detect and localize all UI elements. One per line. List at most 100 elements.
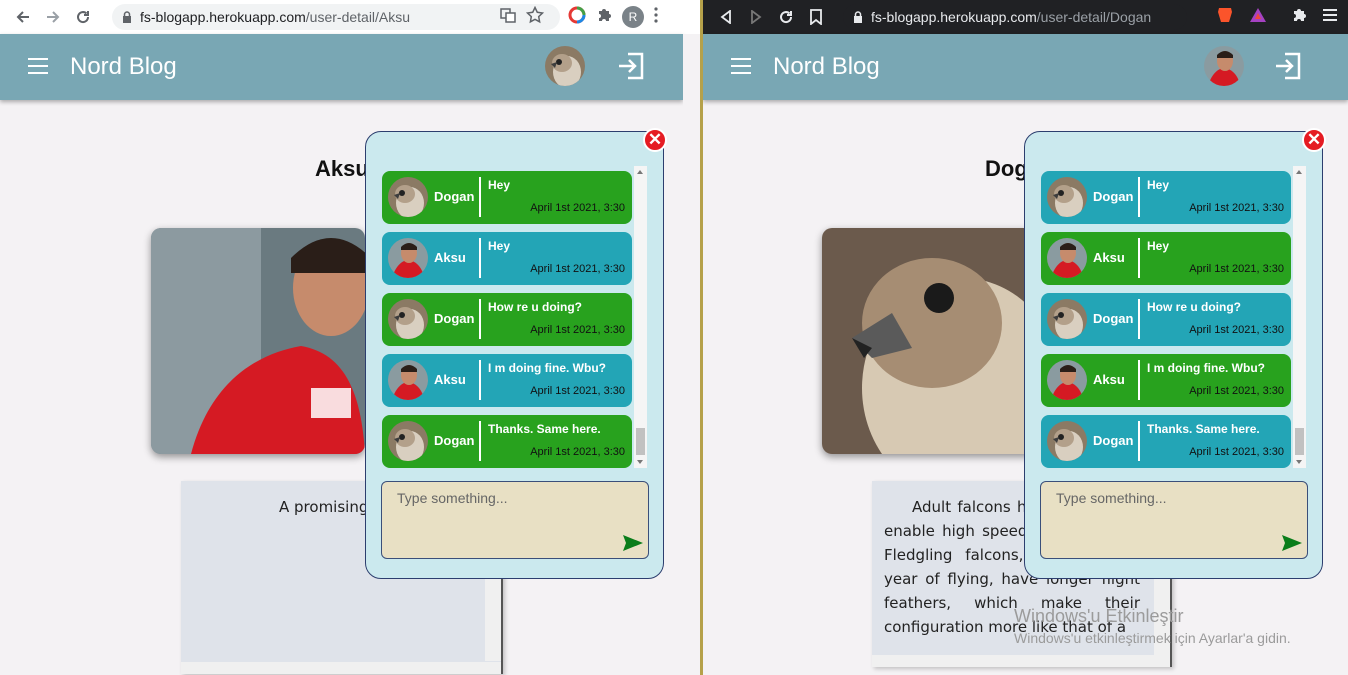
chat-timestamp: April 1st 2021, 3:30 bbox=[1189, 385, 1284, 397]
chat-separator bbox=[479, 360, 481, 400]
address-bar[interactable]: fs-blogapp.herokuapp.com/user-detail/Dog… bbox=[843, 4, 1187, 30]
page-scrollbar[interactable] bbox=[683, 34, 701, 675]
chat-timestamp: April 1st 2021, 3:30 bbox=[1189, 324, 1284, 336]
kebab-menu-icon[interactable] bbox=[654, 6, 658, 28]
right-toolbar-icons bbox=[1217, 0, 1337, 34]
hamburger-menu-icon[interactable] bbox=[1323, 8, 1337, 26]
profile-avatar-icon[interactable]: R bbox=[622, 6, 644, 28]
logout-icon[interactable] bbox=[1273, 51, 1303, 81]
falcon-avatar-icon bbox=[545, 46, 585, 86]
brave-shield-icon[interactable] bbox=[1217, 6, 1233, 29]
chat-separator bbox=[1138, 421, 1140, 461]
chat-message-text: Thanks. Same here. bbox=[1147, 422, 1260, 436]
chat-message: Aksu I m doing fine. Wbu? April 1st 2021, … bbox=[1041, 354, 1291, 407]
chat-avatar-icon bbox=[1047, 421, 1087, 461]
lock-icon bbox=[853, 11, 863, 23]
profile-photo bbox=[822, 228, 1036, 454]
extensions-puzzle-icon[interactable] bbox=[1291, 7, 1307, 28]
chat-avatar-icon bbox=[388, 177, 428, 217]
translate-icon[interactable] bbox=[500, 7, 516, 28]
right-browser-window: fs-blogapp.herokuapp.com/user-detail/Dog… bbox=[703, 0, 1348, 675]
extensions-puzzle-icon[interactable] bbox=[596, 7, 612, 28]
forward-icon[interactable] bbox=[38, 2, 68, 32]
url-host: fs-blogapp.herokuapp.com bbox=[871, 9, 1037, 25]
chat-timestamp: April 1st 2021, 3:30 bbox=[530, 202, 625, 214]
chat-message-text: Hey bbox=[488, 239, 511, 253]
chat-scroll-thumb[interactable] bbox=[636, 428, 645, 455]
chat-message: Dogan Hey April 1st 2021, 3:30 bbox=[1041, 171, 1291, 224]
chat-message-text: Hey bbox=[488, 178, 511, 192]
reload-icon[interactable] bbox=[68, 2, 98, 32]
chat-input-placeholder: Type something... bbox=[397, 490, 508, 506]
chat-message-input[interactable]: Type something... bbox=[381, 481, 649, 559]
address-bar[interactable]: fs-blogapp.herokuapp.com/user-detail/Aks… bbox=[112, 4, 560, 30]
chat-message-text: Hey bbox=[1147, 178, 1170, 192]
forward-icon[interactable] bbox=[741, 2, 771, 32]
reload-icon[interactable] bbox=[771, 2, 801, 32]
back-icon[interactable] bbox=[8, 2, 38, 32]
scroll-down-arrow-icon[interactable] bbox=[1296, 460, 1302, 464]
chat-timestamp: April 1st 2021, 3:30 bbox=[1189, 263, 1284, 275]
chat-separator bbox=[479, 177, 481, 217]
cantona-avatar-icon bbox=[1204, 46, 1244, 86]
chat-scroll-thumb[interactable] bbox=[1295, 428, 1304, 455]
chat-timestamp: April 1st 2021, 3:30 bbox=[1189, 202, 1284, 214]
chat-message-text: Thanks. Same here. bbox=[488, 422, 601, 436]
left-toolbar-icons: R bbox=[500, 0, 658, 34]
send-icon[interactable] bbox=[1281, 534, 1303, 552]
chat-close-button[interactable]: ✕ bbox=[1302, 128, 1326, 152]
url-path: /user-detail/Aksu bbox=[305, 9, 411, 25]
chat-sender-name: Aksu bbox=[434, 372, 466, 387]
chat-sender-name: Dogan bbox=[434, 311, 475, 326]
chat-message: Dogan Thanks. Same here. April 1st 2021, 3… bbox=[382, 415, 632, 468]
lock-icon bbox=[122, 11, 132, 23]
description-horizontal-scrollbar[interactable] bbox=[872, 655, 1170, 667]
chat-message-text: How re u doing? bbox=[1147, 300, 1241, 314]
extension-color-icon[interactable] bbox=[568, 6, 586, 29]
left-browser-window: fs-blogapp.herokuapp.com/user-detail/Aks… bbox=[0, 0, 701, 675]
chat-message: Dogan Thanks. Same here. April 1st 2021, 3… bbox=[1041, 415, 1291, 468]
logout-icon[interactable] bbox=[616, 51, 646, 81]
chat-separator bbox=[479, 238, 481, 278]
scroll-down-arrow-icon[interactable] bbox=[637, 460, 643, 464]
menu-icon[interactable] bbox=[731, 58, 751, 74]
chat-message-input[interactable]: Type something... bbox=[1040, 481, 1308, 559]
scroll-up-arrow-icon[interactable] bbox=[1296, 170, 1302, 174]
chat-timestamp: April 1st 2021, 3:30 bbox=[530, 324, 625, 336]
chat-message-text: Hey bbox=[1147, 239, 1170, 253]
chat-message: Aksu I m doing fine. Wbu? April 1st 2021, … bbox=[382, 354, 632, 407]
menu-icon[interactable] bbox=[28, 58, 48, 74]
chat-avatar-icon bbox=[388, 238, 428, 278]
chat-sender-name: Dogan bbox=[1093, 433, 1134, 448]
profile-initial: R bbox=[628, 10, 638, 24]
description-horizontal-scrollbar[interactable] bbox=[181, 662, 501, 674]
chat-input-placeholder: Type something... bbox=[1056, 490, 1167, 506]
chat-close-button[interactable]: ✕ bbox=[643, 128, 667, 152]
profile-username: Aksu bbox=[315, 156, 369, 181]
chat-avatar-icon bbox=[1047, 238, 1087, 278]
chat-panel: ✕ Dogan Hey April 1st 2021, 3:30 Aksu Hey Apr… bbox=[1024, 128, 1326, 579]
url-path: /user-detail/Dogan bbox=[1036, 9, 1152, 25]
back-icon[interactable] bbox=[711, 2, 741, 32]
chat-separator bbox=[1138, 360, 1140, 400]
url-host: fs-blogapp.herokuapp.com bbox=[140, 9, 306, 25]
falcon-photo-icon bbox=[822, 228, 1036, 454]
chat-message: Dogan How re u doing? April 1st 2021, 3:30 bbox=[382, 293, 632, 346]
user-avatar[interactable] bbox=[1204, 46, 1244, 86]
user-avatar[interactable] bbox=[545, 46, 585, 86]
activation-watermark-title: Windows'u Etkinleştir bbox=[1014, 606, 1184, 626]
chat-scrollbar[interactable] bbox=[1293, 166, 1306, 468]
brand-title[interactable]: Nord Blog bbox=[773, 53, 880, 81]
chat-scrollbar[interactable] bbox=[634, 166, 647, 468]
chat-timestamp: April 1st 2021, 3:30 bbox=[530, 263, 625, 275]
send-icon[interactable] bbox=[622, 534, 644, 552]
bookmark-icon[interactable] bbox=[801, 2, 831, 32]
chat-separator bbox=[479, 299, 481, 339]
brand-title[interactable]: Nord Blog bbox=[70, 53, 177, 81]
scroll-up-arrow-icon[interactable] bbox=[637, 170, 643, 174]
chat-avatar-icon bbox=[388, 299, 428, 339]
chat-sender-name: Aksu bbox=[1093, 372, 1125, 387]
brave-rewards-icon[interactable] bbox=[1249, 7, 1267, 28]
profile-photo bbox=[151, 228, 365, 454]
bookmark-star-icon[interactable] bbox=[525, 5, 545, 29]
